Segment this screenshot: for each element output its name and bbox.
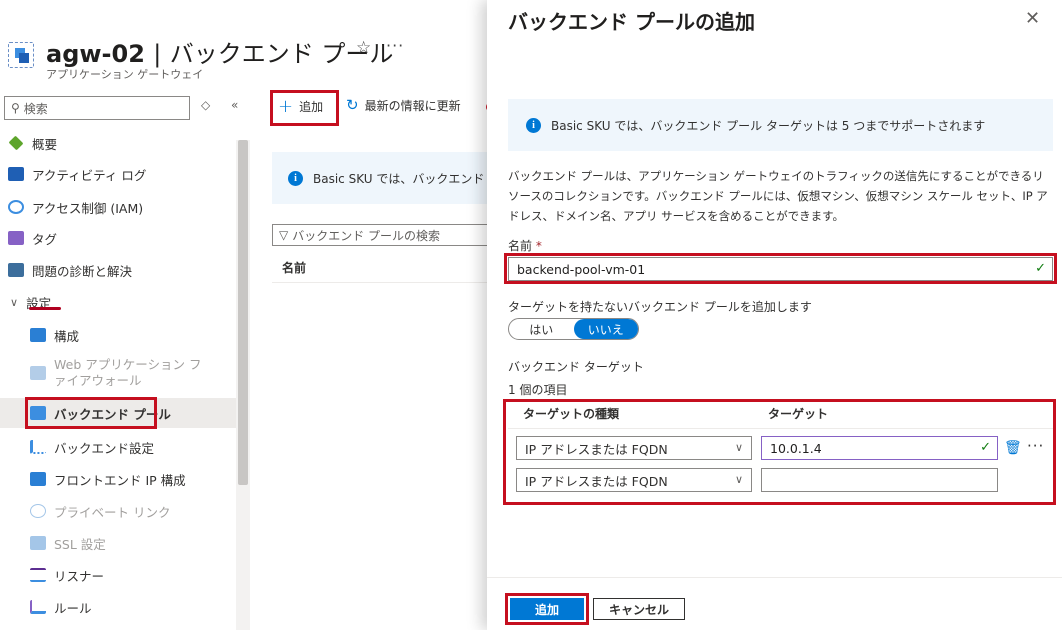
refresh-button[interactable]: ↻ 最新の情報に更新 bbox=[346, 96, 461, 114]
sidebar-item-diagnose[interactable]: 問題の診断と解決 bbox=[0, 255, 236, 285]
item-count: 1 個の項目 bbox=[508, 383, 568, 397]
sidebar-item-listeners[interactable]: リスナー bbox=[0, 560, 236, 590]
sidebar-item-frontend-ip[interactable]: フロントエンド IP 構成 bbox=[0, 464, 236, 494]
rules-icon bbox=[30, 600, 46, 614]
overview-icon bbox=[8, 135, 24, 151]
add-button[interactable]: + 追加 bbox=[278, 96, 323, 117]
listener-icon bbox=[30, 568, 46, 582]
frontend-ip-icon bbox=[30, 472, 46, 486]
collapse-sidebar-icon[interactable]: « bbox=[231, 98, 238, 112]
sidebar-item-tags[interactable]: タグ bbox=[0, 223, 236, 253]
column-divider bbox=[272, 282, 492, 283]
backend-pool-filter-input[interactable]: ▽ バックエンド プールの検索 bbox=[272, 224, 492, 246]
backend-settings-icon bbox=[30, 440, 46, 454]
resource-header: agw-02 | バックエンド プール ☆ ··· アプリケーション ゲートウェ… bbox=[0, 0, 500, 90]
sidebar-item-backend-pools[interactable]: バックエンド プール bbox=[0, 398, 236, 428]
info-icon: i bbox=[288, 170, 303, 186]
valid-check-icon: ✓ bbox=[1035, 261, 1046, 276]
column-header-name[interactable]: 名前 bbox=[282, 259, 306, 276]
panel-sku-info-banner: i Basic SKU では、バックエンド プール ターゲットは 5 つまでサポ… bbox=[508, 99, 1053, 151]
panel-description: バックエンド プールは、アプリケーション ゲートウェイのトラフィックの送信先にす… bbox=[508, 169, 1048, 223]
chevron-down-icon: ∨ bbox=[10, 295, 19, 309]
sidebar-scrollbar-thumb[interactable] bbox=[238, 140, 248, 485]
sidebar-item-backend-settings[interactable]: バックエンド設定 bbox=[0, 432, 236, 462]
favorite-star-icon[interactable]: ☆ bbox=[356, 38, 371, 58]
delete-row-icon[interactable]: 🗑 bbox=[1004, 440, 1022, 456]
chevron-down-icon: ∨ bbox=[734, 473, 743, 486]
refresh-icon: ↻ bbox=[346, 96, 359, 114]
ssl-shield-icon bbox=[30, 536, 46, 550]
activity-log-icon bbox=[8, 167, 24, 181]
configuration-icon bbox=[30, 328, 46, 342]
plus-icon: + bbox=[278, 96, 294, 117]
shield-icon bbox=[30, 366, 46, 380]
private-link-icon bbox=[30, 504, 46, 518]
sku-info-banner: i Basic SKU では、バックエンド プール bbox=[272, 152, 502, 204]
add-submit-button[interactable]: 追加 bbox=[510, 598, 584, 620]
sidebar-item-configuration[interactable]: 構成 bbox=[0, 320, 236, 350]
search-icon: ⚲ bbox=[11, 101, 20, 115]
resource-title: agw-02 | バックエンド プール bbox=[46, 40, 394, 68]
no-target-label: ターゲットを持たないバックエンド プールを追加します bbox=[508, 300, 812, 314]
sidebar-item-overview[interactable]: 概要 bbox=[0, 128, 236, 158]
backend-pool-icon bbox=[30, 406, 46, 420]
sidebar-item-activity-log[interactable]: アクティビティ ログ bbox=[0, 159, 236, 189]
filter-icon: ▽ bbox=[279, 228, 289, 242]
chevron-down-icon: ∨ bbox=[734, 441, 743, 454]
settings-annotation-underline bbox=[29, 307, 61, 310]
sidebar-item-private-link[interactable]: プライベート リンク bbox=[0, 496, 236, 526]
sidebar-item-iam[interactable]: アクセス制御 (IAM) bbox=[0, 192, 236, 222]
row-more-options-icon[interactable]: ··· bbox=[1027, 437, 1044, 455]
add-backend-pool-panel: バックエンド プールの追加 ✕ i Basic SKU では、バックエンド プー… bbox=[487, 0, 1062, 630]
close-icon[interactable]: ✕ bbox=[1025, 8, 1040, 29]
sidebar-item-rules[interactable]: ルール bbox=[0, 592, 236, 622]
backend-targets-label: バックエンド ターゲット bbox=[508, 360, 644, 374]
resource-sidebar: ⚲ 検索 ◇ « 概要 アクティビティ ログ アクセス制御 (IAM) タグ 問… bbox=[0, 90, 252, 630]
tag-icon bbox=[8, 231, 24, 245]
access-control-icon bbox=[8, 200, 24, 214]
footer-divider bbox=[487, 577, 1062, 578]
expand-collapse-icon[interactable]: ◇ bbox=[201, 98, 210, 112]
command-bar: + 追加 ↻ 最新の情報に更新 bbox=[268, 92, 508, 124]
name-label: 名前 * bbox=[508, 239, 542, 253]
target-type-select-2[interactable]: IP アドレスまたは FQDN ∨ bbox=[516, 468, 752, 492]
wrench-icon bbox=[8, 263, 24, 277]
application-gateway-icon bbox=[8, 42, 34, 68]
toggle-no-option[interactable]: いいえ bbox=[573, 319, 638, 339]
sidebar-item-ssl-settings[interactable]: SSL 設定 bbox=[0, 528, 236, 558]
resource-type: アプリケーション ゲートウェイ bbox=[46, 68, 204, 81]
panel-title: バックエンド プールの追加 bbox=[508, 10, 755, 34]
column-header-target: ターゲット bbox=[768, 407, 829, 421]
cancel-button[interactable]: キャンセル bbox=[593, 598, 685, 620]
target-input-2[interactable] bbox=[761, 468, 998, 492]
targets-header-divider bbox=[508, 428, 1053, 429]
valid-check-icon: ✓ bbox=[980, 440, 991, 455]
target-input-1[interactable]: 10.0.1.4 ✓ bbox=[761, 436, 998, 460]
no-target-toggle[interactable]: はい いいえ bbox=[508, 318, 639, 340]
info-icon: i bbox=[526, 117, 541, 133]
sidebar-item-waf[interactable]: Web アプリケーション ファイアウォール bbox=[0, 352, 236, 394]
pool-name-input[interactable]: backend-pool-vm-01 ✓ bbox=[508, 257, 1053, 281]
column-header-target-type: ターゲットの種類 bbox=[523, 407, 620, 421]
sidebar-search-input[interactable]: ⚲ 検索 bbox=[4, 96, 190, 120]
more-options-icon[interactable]: ··· bbox=[386, 36, 404, 55]
toggle-yes-option[interactable]: はい bbox=[509, 319, 574, 339]
target-type-select-1[interactable]: IP アドレスまたは FQDN ∨ bbox=[516, 436, 752, 460]
sidebar-group-settings[interactable]: ∨ 設定 bbox=[0, 287, 236, 317]
